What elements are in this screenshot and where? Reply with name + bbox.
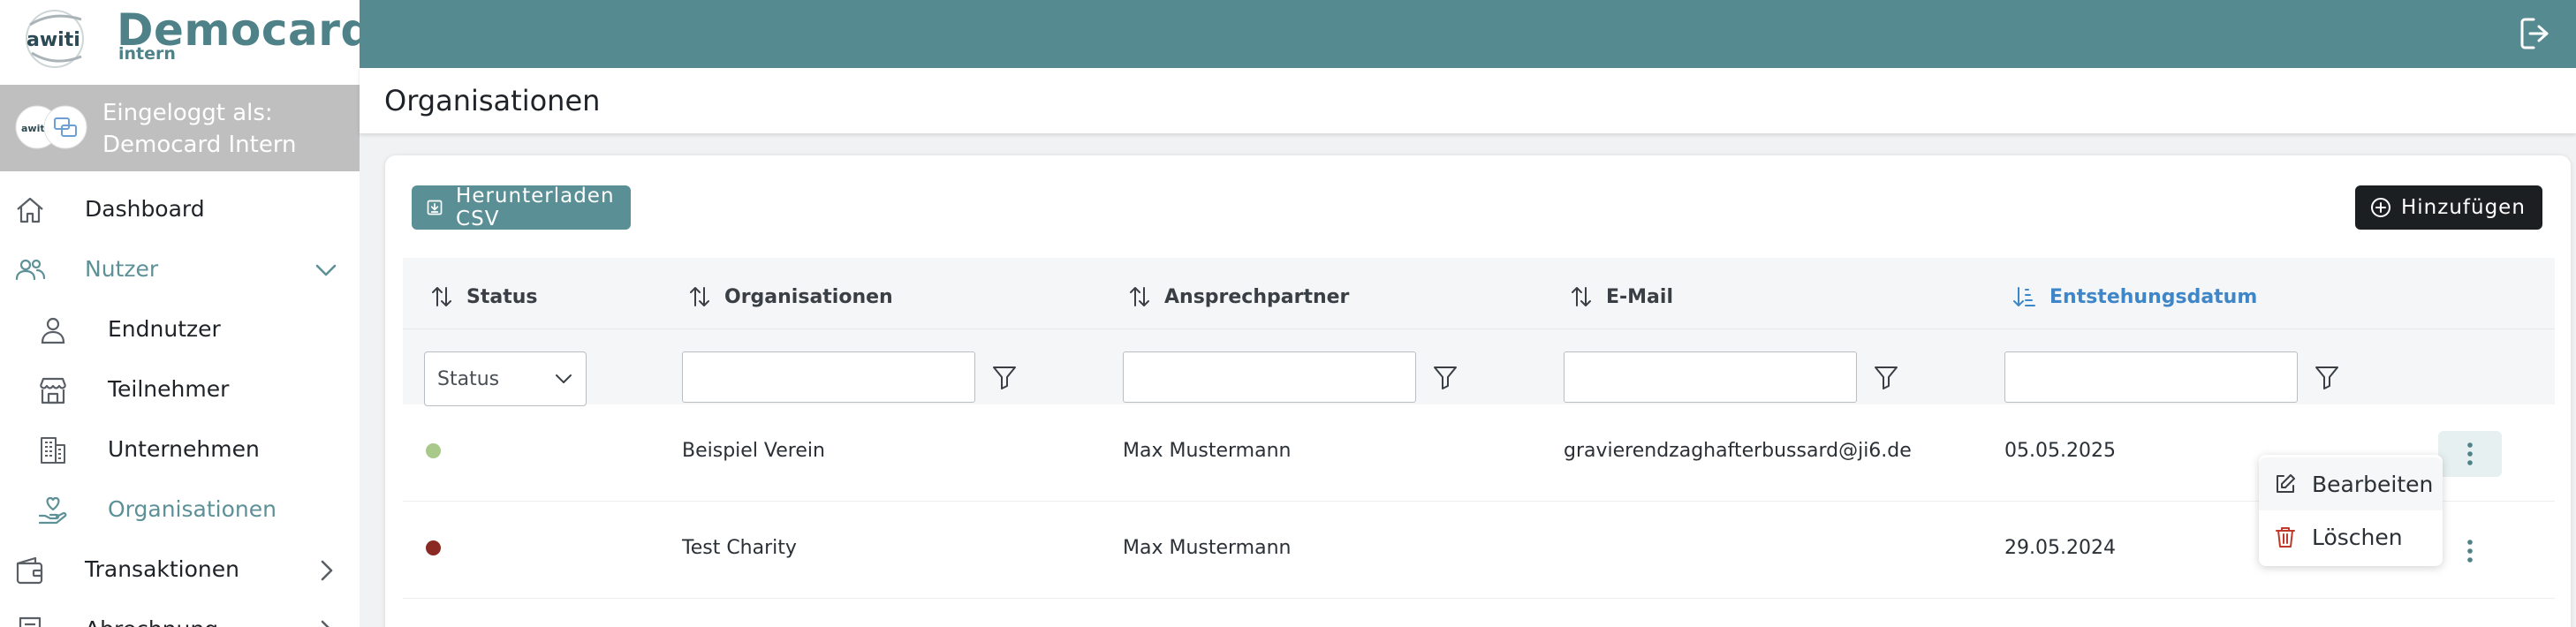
delete-label: Löschen — [2312, 524, 2403, 550]
email-filter-input[interactable] — [1564, 351, 1857, 403]
logo[interactable]: awiti Democard intern — [0, 0, 372, 85]
chevron-right-icon[interactable] — [314, 618, 338, 627]
edit-label: Bearbeiten — [2312, 471, 2434, 497]
download-csv-button[interactable]: Herunterladen CSV — [412, 185, 631, 230]
sidebar-item-label: Teilnehmer — [108, 376, 230, 402]
user-icon — [41, 317, 65, 344]
chevron-down-icon[interactable] — [314, 258, 338, 283]
column-header-organisationen[interactable]: Organisationen — [689, 281, 893, 313]
chevron-right-icon[interactable] — [314, 558, 338, 583]
delete-menu-item[interactable]: Löschen — [2259, 510, 2443, 563]
sort-icon — [1130, 287, 1149, 306]
status-indicator — [426, 540, 441, 555]
download-icon — [427, 200, 443, 215]
wallet-icon — [16, 556, 43, 585]
sidebar-item-label: Dashboard — [85, 196, 205, 222]
awiti-logo-icon: awiti — [26, 10, 84, 68]
sidebar-item-label: Unternehmen — [108, 436, 260, 462]
sidebar-item-label: Nutzer — [85, 256, 159, 282]
row-actions-button[interactable] — [2438, 431, 2502, 477]
add-label: Hinzufügen — [2401, 196, 2526, 219]
column-header-email[interactable]: E-Mail — [1571, 281, 1673, 313]
status-filter-value: Status — [437, 367, 500, 390]
edit-menu-item[interactable]: Bearbeiten — [2259, 457, 2443, 510]
page-title: Organisationen — [384, 84, 601, 117]
organisation-cell: Beispiel Verein — [682, 440, 825, 462]
organisationen-filter-input[interactable] — [682, 351, 975, 403]
date-cell: 29.05.2024 — [2004, 537, 2116, 559]
column-header-status[interactable]: Status — [431, 281, 537, 313]
column-header-ansprechpartner[interactable]: Ansprechpartner — [1129, 281, 1349, 313]
sidebar-item-unternehmen[interactable]: Unternehmen — [0, 424, 360, 477]
status-filter-select[interactable]: Status — [424, 351, 587, 406]
contact-cell: Max Mustermann — [1123, 440, 1292, 462]
sort-icon — [1572, 287, 1591, 306]
sidebar-item-nutzer[interactable]: Nutzer — [0, 244, 360, 297]
more-vertical-icon — [2467, 442, 2473, 465]
sidebar-item-organisationen[interactable]: Organisationen — [0, 484, 360, 537]
row-actions-button[interactable] — [2438, 528, 2502, 574]
filter-icon[interactable] — [1432, 364, 1458, 390]
table-row[interactable]: Test Charity Max Mustermann 29.05.2024 — [403, 502, 2555, 599]
sidebar-item-label: Transaktionen — [85, 556, 239, 582]
trash-icon — [2276, 527, 2295, 548]
sidebar-item-teilnehmer[interactable]: Teilnehmer — [0, 364, 360, 417]
table-header: Status Organisationen Ansprechpartner E-… — [403, 258, 2555, 406]
sidebar-item-abrechnung[interactable]: Abrechnung — [0, 604, 360, 627]
sidebar-item-dashboard[interactable]: Dashboard — [0, 184, 360, 237]
sidebar-item-label: Abrechnung — [85, 616, 218, 627]
sidebar: awiti Eingeloggt als: Democard Intern Da… — [0, 85, 360, 627]
sidebar-item-label: Organisationen — [108, 496, 277, 522]
building-icon — [41, 437, 65, 464]
sidebar-item-endnutzer[interactable]: Endnutzer — [0, 304, 360, 357]
logo-text: awiti — [27, 29, 80, 51]
sidebar-item-transaktionen[interactable]: Transaktionen — [0, 544, 360, 597]
entstehungsdatum-filter-input[interactable] — [2004, 351, 2298, 403]
filter-icon[interactable] — [1873, 364, 1899, 390]
heart-hand-icon — [38, 496, 67, 525]
store-icon — [39, 377, 67, 404]
top-bar — [360, 0, 2576, 68]
add-button[interactable]: Hinzufügen — [2355, 185, 2542, 230]
avatar: awiti — [15, 105, 87, 149]
filter-icon[interactable] — [991, 364, 1018, 390]
logout-icon[interactable] — [2518, 14, 2557, 53]
logged-in-label: Eingeloggt als: — [102, 100, 273, 126]
sort-descending-icon — [2013, 287, 2035, 306]
organisation-cell: Test Charity — [682, 537, 797, 559]
more-vertical-icon — [2467, 540, 2473, 563]
sort-icon — [690, 287, 709, 306]
chevron-down-icon — [556, 374, 572, 383]
sidebar-item-label: Endnutzer — [108, 316, 221, 342]
contact-cell: Max Mustermann — [1123, 537, 1292, 559]
status-indicator — [426, 443, 441, 458]
sort-icon — [432, 287, 451, 306]
user-name: Democard Intern — [102, 132, 297, 158]
filter-icon[interactable] — [2314, 364, 2340, 390]
users-icon — [15, 259, 46, 281]
table-row[interactable]: Beispiel Verein Max Mustermann gravieren… — [403, 404, 2555, 502]
organisations-card: Herunterladen CSV Hinzufügen Status Orga… — [385, 155, 2571, 627]
page-header: Organisationen — [360, 68, 2576, 133]
home-icon — [17, 197, 43, 223]
user-box: awiti Eingeloggt als: Democard Intern — [0, 85, 360, 171]
edit-icon — [2277, 474, 2295, 493]
brand-subtitle: intern — [118, 44, 176, 64]
email-cell: gravierendzaghafterbussard@ji6.de — [1564, 440, 1912, 462]
row-context-menu: Bearbeiten Löschen — [2259, 455, 2443, 566]
date-cell: 05.05.2025 — [2004, 440, 2116, 462]
invoice-icon — [19, 616, 42, 627]
ansprechpartner-filter-input[interactable] — [1123, 351, 1416, 403]
plus-circle-icon — [2371, 198, 2390, 217]
download-csv-label: Herunterladen CSV — [456, 185, 615, 230]
column-header-entstehungsdatum[interactable]: Entstehungsdatum — [2012, 281, 2257, 313]
